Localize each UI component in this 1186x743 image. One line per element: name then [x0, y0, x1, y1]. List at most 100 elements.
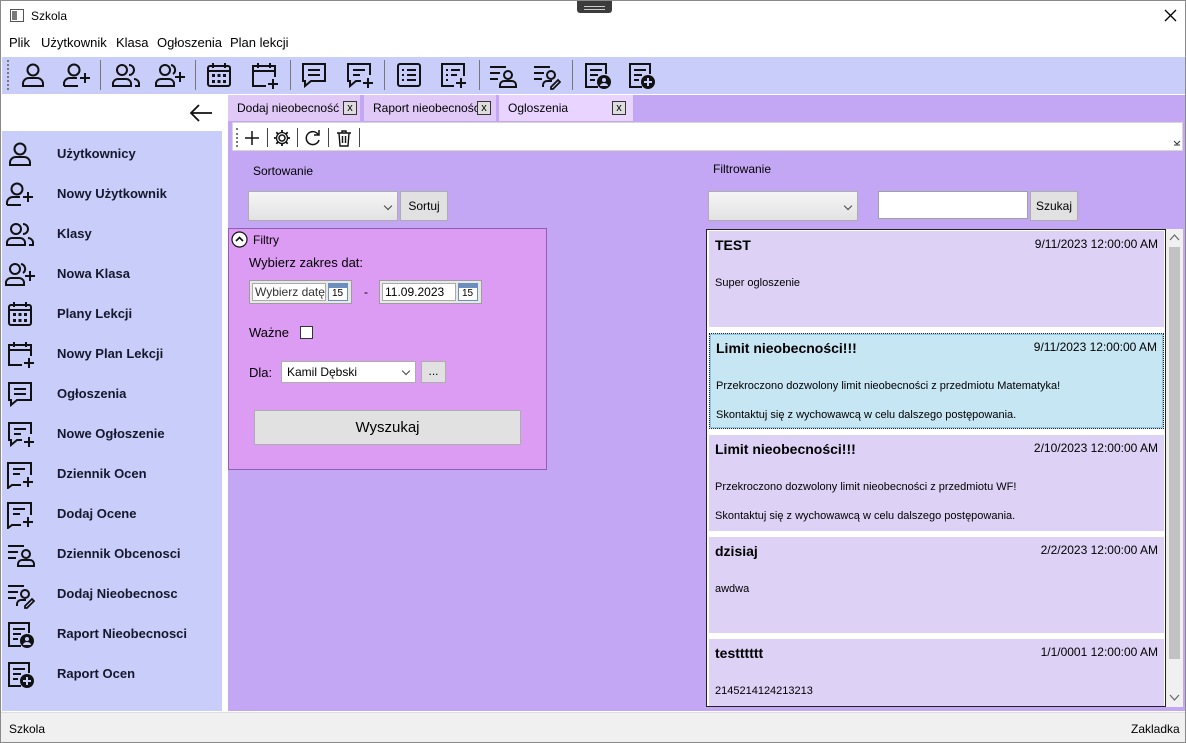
- grades-report-icon: [629, 63, 655, 89]
- date-range-label: Wybierz zakres dat:: [249, 255, 364, 270]
- sidebar-item-7[interactable]: Nowe Ogłoszenie: [2, 413, 222, 453]
- toolbar-add-absence-button[interactable]: [530, 59, 562, 91]
- sidebar-item-label: Dziennik Obcenosci: [57, 546, 181, 561]
- sidebar-item-4[interactable]: Plany Lekcji: [2, 293, 222, 333]
- add-list-icon: [441, 63, 466, 88]
- tab-close-button[interactable]: x: [477, 101, 491, 115]
- tab-raport-nieobecnosci[interactable]: Raport nieobecności x: [364, 95, 496, 121]
- arrow-left-icon: [189, 104, 212, 122]
- menu-plik[interactable]: Plik: [9, 35, 30, 50]
- toolbar-users-button[interactable]: [17, 59, 49, 91]
- sort-button[interactable]: Sortuj: [400, 191, 448, 221]
- settings-button[interactable]: [271, 127, 293, 149]
- sidebar-item-2[interactable]: Klasy: [2, 213, 222, 253]
- sorting-select[interactable]: [248, 191, 398, 221]
- sidebar-item-10[interactable]: Dziennik Obcenosci: [2, 533, 222, 573]
- add-calendar-icon: [8, 342, 34, 368]
- announcement-item[interactable]: Limit nieobecności!!! 2/10/2023 12:00:00 …: [709, 435, 1164, 531]
- date-to-picker[interactable]: 11.09.2023 15: [379, 280, 482, 304]
- back-button[interactable]: [187, 101, 215, 125]
- announcement-item[interactable]: testttttt 1/1/0001 12:00:00 AM 21452141242…: [709, 639, 1164, 706]
- overflow-chevron-icon[interactable]: [1173, 140, 1181, 148]
- announcement-item[interactable]: Limit nieobecności!!! 9/11/2023 12:00:00 …: [709, 333, 1164, 429]
- toolbar-grades-button[interactable]: [393, 59, 425, 91]
- toolbar-new-announcement-button[interactable]: [343, 59, 375, 91]
- menu-ogloszenia[interactable]: Ogłoszenia: [157, 35, 222, 50]
- toolbar-new-class-button[interactable]: [154, 59, 186, 91]
- find-button[interactable]: Wyszukaj: [254, 410, 521, 445]
- list-icon: [397, 63, 421, 87]
- scrollbar-thumb[interactable]: [1169, 247, 1180, 659]
- search-button[interactable]: Szukaj: [1030, 191, 1078, 221]
- toolbar-grades-report-button[interactable]: [625, 59, 657, 91]
- sidebar-item-11[interactable]: Dodaj Nieobecnosc: [2, 573, 222, 613]
- sidebar-item-6[interactable]: Ogłoszenia: [2, 373, 222, 413]
- toolbar-add-grade-button[interactable]: [437, 59, 469, 91]
- date-from-input[interactable]: Wybierz datę: [252, 283, 326, 301]
- sidebar-item-1[interactable]: Nowy Użytkownik: [2, 173, 222, 213]
- status-bar: [1, 712, 1185, 742]
- tab-label: Dodaj nieobecność: [237, 101, 340, 115]
- tab-ogloszenia[interactable]: Ogloszenia x: [499, 95, 633, 121]
- important-checkbox[interactable]: [300, 326, 313, 339]
- sidebar-item-label: Raport Nieobecnosci: [57, 626, 188, 641]
- announcement-body: Przekroczono dozwolony limit nieobecnośc…: [715, 481, 1017, 522]
- sidebar-item-label: Plany Lekcji: [57, 306, 133, 321]
- announcement-title: testttttt: [715, 645, 764, 661]
- date-to-input[interactable]: 11.09.2023: [382, 283, 456, 301]
- announcement-body: Przekroczono dozwolony limit nieobecnośc…: [716, 380, 1061, 421]
- important-label: Ważne: [249, 325, 289, 340]
- announcement-item[interactable]: TEST 9/11/2023 12:00:00 AM Super ogloszeni…: [709, 231, 1164, 327]
- sidebar-item-5[interactable]: Nowy Plan Lekcji: [2, 333, 222, 373]
- menu-klasa[interactable]: Klasa: [116, 35, 149, 50]
- toolbar-new-user-button[interactable]: [61, 59, 93, 91]
- toolbar-new-schedule-button[interactable]: [248, 59, 280, 91]
- toolbar-grip[interactable]: [7, 60, 10, 90]
- attendance-report-icon: [8, 622, 34, 648]
- toolbar-absence-report-button[interactable]: [581, 59, 613, 91]
- user-icon: [9, 142, 31, 166]
- toolbar-classes-button[interactable]: [110, 59, 142, 91]
- filtering-select[interactable]: [708, 191, 858, 221]
- calendar-icon[interactable]: 15: [458, 283, 478, 301]
- for-select[interactable]: Kamil Dębski: [281, 361, 416, 383]
- status-right-text: Zakladka: [1131, 722, 1180, 736]
- sidebar-item-8[interactable]: Dziennik Ocen: [2, 453, 222, 493]
- announcement-title: Limit nieobecności!!!: [715, 441, 856, 457]
- sidebar-item-label: Nowy Użytkownik: [57, 186, 167, 201]
- close-window-button[interactable]: [1156, 5, 1184, 27]
- sidebar-item-12[interactable]: Raport Nieobecnosci: [2, 613, 222, 653]
- collapse-filters-button[interactable]: [231, 231, 248, 248]
- search-input[interactable]: [878, 191, 1028, 219]
- calendar-icon[interactable]: 15: [328, 283, 348, 301]
- sidebar-item-9[interactable]: Dodaj Ocene: [2, 493, 222, 533]
- toolbar-announcements-button[interactable]: [298, 59, 330, 91]
- sidebar-item-3[interactable]: Nowa Klasa: [2, 253, 222, 293]
- tab-close-button[interactable]: x: [343, 101, 357, 115]
- drag-grip-handle[interactable]: [577, 1, 612, 13]
- add-button[interactable]: [241, 127, 263, 149]
- menu-plan-lekcji[interactable]: Plan lekcji: [230, 35, 289, 50]
- more-button[interactable]: ...: [421, 361, 446, 383]
- refresh-button[interactable]: [302, 127, 324, 149]
- tab-dodaj-nieobecnosc[interactable]: Dodaj nieobecność x: [228, 95, 360, 121]
- toolbar-schedules-button[interactable]: [203, 59, 235, 91]
- tab-close-button[interactable]: x: [612, 101, 626, 115]
- sidebar-item-13[interactable]: Raport Ocen: [2, 653, 222, 693]
- sidebar-item-label: Nowa Klasa: [57, 266, 130, 281]
- sub-toolbar: [232, 122, 1183, 151]
- delete-button[interactable]: [333, 127, 355, 149]
- sidebar-item-0[interactable]: Użytkownicy: [2, 133, 222, 173]
- chevron-up-circle-icon: [231, 231, 248, 248]
- announcements-list[interactable]: TEST 9/11/2023 12:00:00 AM Super ogloszeni…: [706, 229, 1166, 707]
- calendar-icon: [207, 63, 231, 87]
- close-icon: [1164, 9, 1177, 22]
- scroll-down-icon[interactable]: [1169, 691, 1180, 703]
- announcement-item[interactable]: dzisiaj 2/2/2023 12:00:00 AM awdwa: [709, 537, 1164, 633]
- status-left-text: Szkola: [9, 722, 46, 736]
- scroll-up-icon[interactable]: [1169, 232, 1180, 244]
- sidebar-item-label: Nowy Plan Lekcji: [57, 346, 164, 361]
- date-from-picker[interactable]: Wybierz datę 15: [249, 280, 352, 304]
- menu-uzytkownik[interactable]: Użytkownik: [41, 35, 107, 50]
- toolbar-attendance-button[interactable]: [486, 59, 518, 91]
